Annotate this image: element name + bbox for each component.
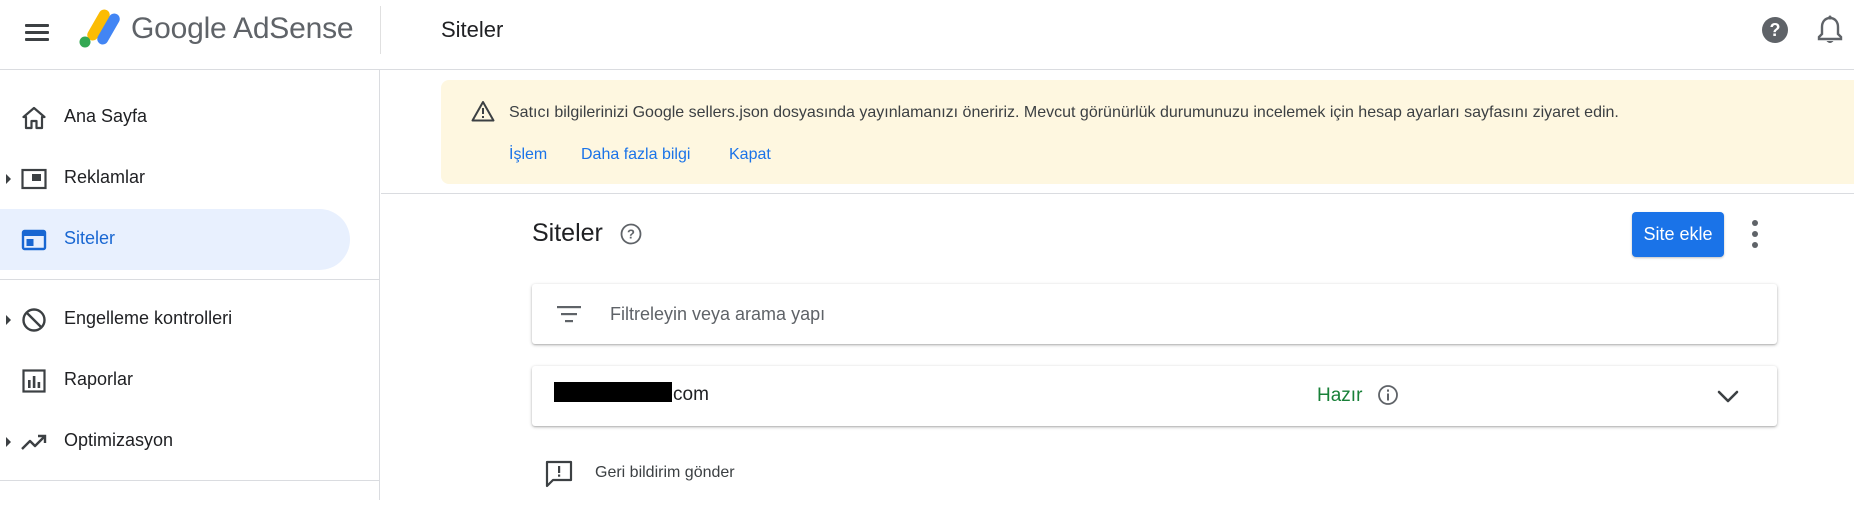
hamburger-bar xyxy=(25,31,49,34)
warning-icon xyxy=(471,101,495,122)
reports-icon xyxy=(22,369,46,393)
expand-caret-icon xyxy=(6,174,11,184)
hamburger-bar xyxy=(25,38,49,41)
more-dot xyxy=(1752,220,1758,226)
sites-icon xyxy=(21,229,47,251)
more-dot xyxy=(1752,242,1758,248)
redacted-domain-block xyxy=(554,382,672,402)
sidebar-item-label: Engelleme kontrolleri xyxy=(64,308,233,328)
banner-dismiss-link[interactable]: Kapat xyxy=(729,146,771,164)
help-icon[interactable]: ? xyxy=(1760,15,1790,45)
sites-section-title: Siteler xyxy=(532,219,603,247)
add-site-button[interactable]: Site ekle xyxy=(1632,212,1724,257)
filter-bar xyxy=(532,284,1777,344)
feedback-label: Geri bildirim gönder xyxy=(595,464,735,481)
block-icon xyxy=(22,308,46,332)
expand-chevron-down-icon[interactable] xyxy=(1712,380,1744,412)
sidebar-item-label: Siteler xyxy=(64,228,116,248)
site-domain-suffix: com xyxy=(673,384,709,405)
send-feedback-link[interactable]: Geri bildirim gönder xyxy=(544,456,804,492)
sidebar-item-label: Reklamlar xyxy=(64,167,146,187)
more-options-icon[interactable] xyxy=(1742,218,1768,250)
home-icon xyxy=(22,106,46,130)
sidebar-item-engelleme-kontrolleri[interactable]: Engelleme kontrolleri xyxy=(0,289,350,350)
site-status-text: Hazır xyxy=(1317,385,1363,406)
brand-name[interactable]: Google AdSense xyxy=(131,12,354,46)
top-app-bar: Google AdSense Siteler ? xyxy=(0,0,1854,70)
banner-message: Satıcı bilgilerinizi Google sellers.json… xyxy=(509,104,1619,121)
banner-learn-more-link[interactable]: Daha fazla bilgi xyxy=(581,146,690,164)
sidebar-divider xyxy=(0,480,380,481)
sidebar-item-optimizasyon[interactable]: Optimizasyon xyxy=(0,411,350,472)
notifications-bell-icon[interactable] xyxy=(1815,14,1845,46)
filter-search-input[interactable] xyxy=(610,294,1510,334)
sidebar-item-reklamlar[interactable]: Reklamlar xyxy=(0,148,350,209)
hamburger-bar xyxy=(25,24,49,27)
sidebar-item-label: Ana Sayfa xyxy=(64,106,148,126)
sidebar-item-ana-sayfa[interactable]: Ana Sayfa xyxy=(0,87,350,148)
banner-action-islem-link[interactable]: İşlem xyxy=(509,146,547,164)
sidebar-item-raporlar[interactable]: Raporlar xyxy=(0,350,350,411)
expand-caret-icon xyxy=(6,437,11,447)
sidebar-divider xyxy=(0,279,380,280)
adsense-logo-icon[interactable] xyxy=(74,8,120,48)
page-title: Siteler xyxy=(441,17,504,42)
content-divider xyxy=(381,193,1854,194)
help-outline-icon[interactable]: ? xyxy=(619,222,643,246)
main-menu-button[interactable] xyxy=(22,17,52,47)
sidebar-item-siteler[interactable]: Siteler xyxy=(0,209,350,270)
filter-list-icon[interactable] xyxy=(556,304,582,324)
sidebar-nav: Ana Sayfa Reklamlar Siteler Engelleme ko… xyxy=(0,70,380,500)
sidebar-item-label: Optimizasyon xyxy=(64,430,174,450)
site-row[interactable]: com Hazır xyxy=(532,366,1777,426)
expand-caret-icon xyxy=(6,315,11,325)
svg-text:?: ? xyxy=(627,227,635,242)
feedback-icon xyxy=(545,460,573,488)
more-dot xyxy=(1752,231,1758,237)
sellers-json-warning-banner: Satıcı bilgilerinizi Google sellers.json… xyxy=(441,80,1854,184)
svg-text:?: ? xyxy=(1770,20,1781,40)
ads-icon xyxy=(21,168,47,190)
topbar-divider xyxy=(380,6,381,54)
sidebar-item-label: Raporlar xyxy=(64,369,134,389)
info-icon[interactable] xyxy=(1376,383,1400,407)
trending-up-icon xyxy=(21,434,47,450)
